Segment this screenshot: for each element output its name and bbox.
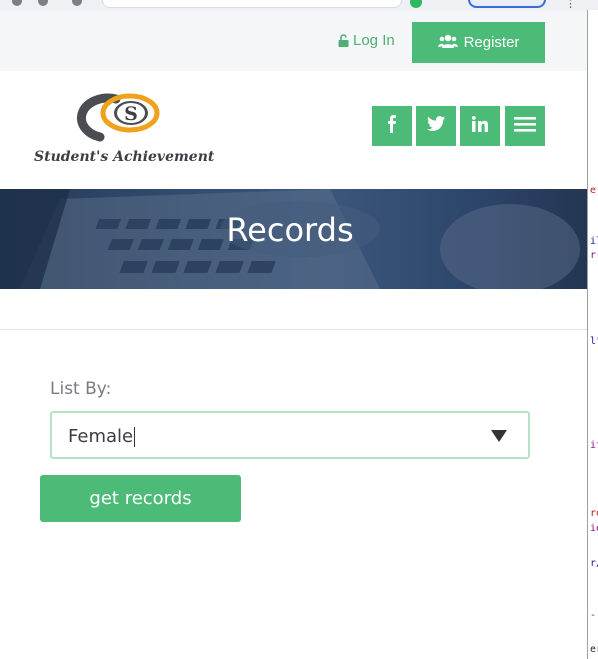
select-value: Female <box>68 426 136 447</box>
linkedin-icon <box>471 115 488 137</box>
extension-icon[interactable] <box>410 0 422 8</box>
back-icon[interactable] <box>12 0 22 6</box>
logo-mark-icon: S <box>76 93 160 142</box>
unlock-icon <box>338 34 349 47</box>
login-link[interactable]: Log In <box>338 32 395 49</box>
login-label: Log In <box>353 32 395 49</box>
list-by-select[interactable]: Female <box>50 411 530 459</box>
page-title: Records <box>226 211 354 249</box>
svg-text:S: S <box>124 103 138 125</box>
reload-icon[interactable] <box>72 0 82 6</box>
devtools-fragment: l" <box>590 336 598 347</box>
devtools-panel-edge: e il r- l" it ro ie r/ - er <box>587 10 598 659</box>
register-button[interactable]: Register <box>412 22 545 63</box>
menu-button[interactable] <box>505 106 545 146</box>
site-logo[interactable]: S Student's Achievement <box>34 93 224 169</box>
devtools-fragment: e <box>590 185 597 196</box>
list-by-label: List By: <box>50 379 112 399</box>
devtools-fragment: il <box>590 236 598 247</box>
top-bar: Log In Register <box>0 10 587 71</box>
dropdown-arrow-icon <box>491 430 507 442</box>
devtools-fragment: ro <box>590 508 598 519</box>
users-icon <box>437 34 458 52</box>
get-records-button[interactable]: get records <box>40 475 241 522</box>
page-banner: Records <box>0 189 587 289</box>
devtools-fragment: it <box>590 440 598 451</box>
twitter-button[interactable] <box>416 106 456 146</box>
logo-text: Student's Achievement <box>34 149 215 165</box>
site-header: S Student's Achievement <box>0 71 587 189</box>
text-cursor <box>134 427 136 447</box>
section-divider <box>0 329 587 330</box>
devtools-fragment: ie <box>590 523 598 534</box>
profile-button[interactable] <box>468 0 546 8</box>
devtools-fragment: - <box>590 610 597 621</box>
devtools-fragment: er <box>590 644 598 655</box>
browser-toolbar: ⋮ <box>0 0 598 10</box>
facebook-icon <box>386 114 398 138</box>
forward-icon[interactable] <box>38 0 48 6</box>
twitter-icon <box>427 116 445 136</box>
hamburger-menu-icon <box>514 116 536 137</box>
address-bar[interactable] <box>102 0 402 8</box>
facebook-button[interactable] <box>372 106 412 146</box>
page-viewport: Log In Register S Student's Achievement … <box>0 10 587 659</box>
linkedin-button[interactable] <box>460 106 500 146</box>
browser-menu-icon[interactable]: ⋮ <box>565 0 576 10</box>
devtools-fragment: r- <box>590 250 598 261</box>
register-label: Register <box>463 34 520 51</box>
devtools-fragment: r/ <box>590 558 598 569</box>
